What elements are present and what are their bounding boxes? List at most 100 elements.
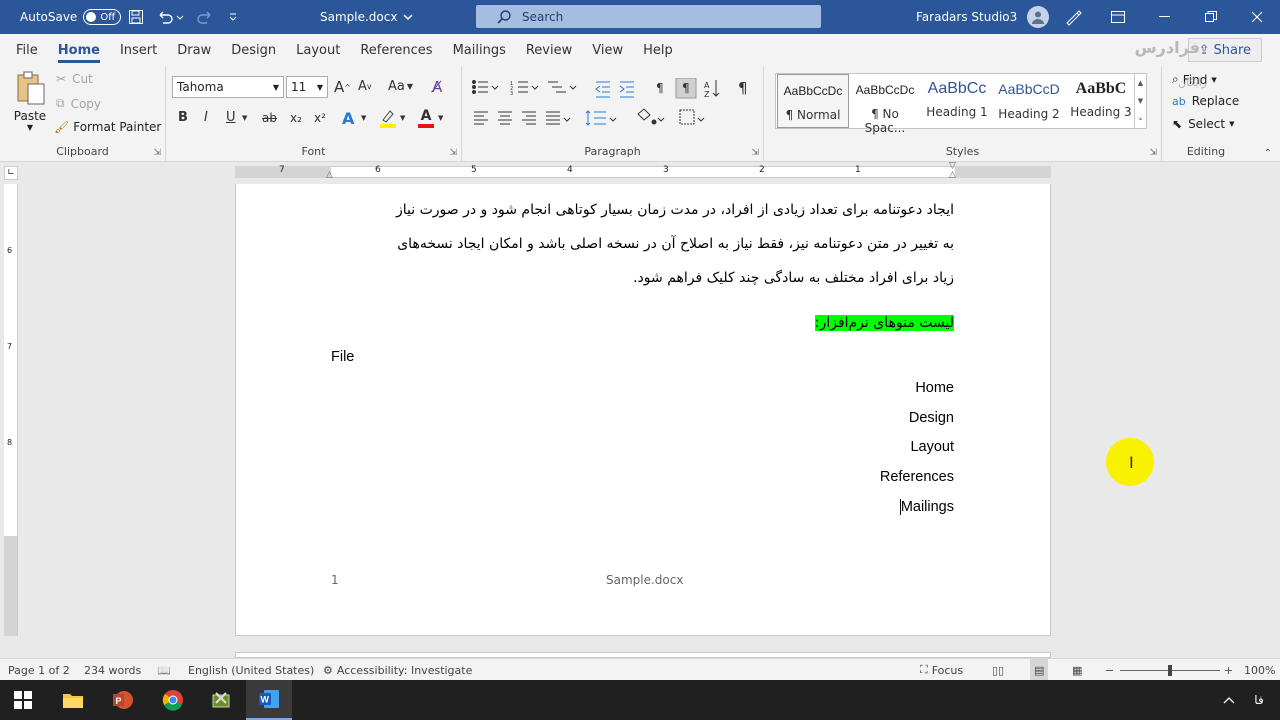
grow-font-icon[interactable]: A ^ (334, 78, 351, 96)
redo-icon[interactable] (196, 0, 214, 34)
accessibility-icon: ⚙ (323, 663, 333, 677)
style-heading-3[interactable]: AaBbC Heading 3 (1065, 74, 1137, 128)
shrink-font-icon[interactable]: Av (358, 79, 372, 94)
vertical-ruler[interactable]: 6 7 8 (4, 184, 18, 636)
bold-button[interactable]: B (178, 110, 188, 125)
avatar[interactable] (1027, 6, 1050, 28)
minimize-button[interactable] (1142, 0, 1188, 34)
ibeam-cursor-icon: I (1129, 453, 1134, 472)
subscript-button[interactable]: x₂ (290, 111, 302, 125)
input-language[interactable]: فا (1236, 680, 1280, 720)
cut-button[interactable]: ✂ Cut (56, 72, 93, 86)
tab-help[interactable]: Help (633, 34, 683, 66)
list-item-file: File (331, 349, 355, 365)
zoom-slider[interactable] (1120, 659, 1220, 681)
underline-button[interactable]: U (226, 110, 236, 125)
ruler-number: 6 (375, 165, 381, 175)
tab-home[interactable]: Home (48, 34, 110, 66)
superscript-button[interactable]: x² (314, 111, 326, 125)
dialog-launcher-icon[interactable]: ⇲ (153, 148, 161, 158)
zoom-out-button[interactable]: − (1105, 659, 1114, 681)
save-icon[interactable] (128, 0, 144, 34)
powerpoint-icon[interactable]: P (100, 680, 146, 720)
document-page[interactable]: ایجاد دعوتنامه برای تعداد زیادی از افراد… (235, 184, 1051, 636)
brush-icon: 🖌 (54, 120, 70, 134)
restore-button[interactable] (1188, 0, 1234, 34)
word-count[interactable]: 234 words (84, 659, 141, 681)
zoom-in-button[interactable]: + (1224, 659, 1233, 681)
zoom-level[interactable]: 100% (1244, 659, 1275, 681)
change-case-button[interactable]: Aa ▼ (388, 79, 413, 94)
ruler-number: 2 (759, 165, 765, 175)
underline-chevron-icon[interactable]: ▼ (242, 114, 247, 122)
font-color-icon[interactable]: A (418, 108, 434, 128)
dialog-launcher-icon[interactable]: ⇲ (449, 148, 457, 158)
ribbon-display-icon[interactable] (1110, 0, 1126, 34)
web-layout-icon[interactable]: ▦ (1072, 659, 1082, 681)
autosave-toggle[interactable]: Off (83, 9, 122, 25)
dialog-launcher-icon[interactable]: ⇲ (1149, 148, 1157, 158)
proofing-icon[interactable]: 📖 (157, 659, 171, 681)
paste-button[interactable]: Paste ▼ (10, 70, 50, 132)
styles-scroll[interactable]: ▲ ▼ ⩡ (1134, 74, 1146, 128)
style-heading-1[interactable]: AaBbCc Heading 1 (921, 74, 993, 128)
tab-layout[interactable]: Layout (286, 34, 350, 66)
tab-file[interactable]: File (6, 34, 48, 66)
horizontal-ruler[interactable]: ∟ 7 6 5 4 3 2 1 ▽ △ △ (0, 162, 1280, 184)
font-size-select[interactable]: 11 ▼ (286, 76, 328, 98)
app-tool-icon[interactable] (198, 680, 244, 720)
styles-gallery: AaBbCcDc ¶ Normal AaBbCcDc ¶ No Spac... … (775, 73, 1147, 135)
document-title[interactable]: Sample.docx (320, 0, 413, 34)
chrome-icon[interactable] (150, 680, 196, 720)
strikethrough-button[interactable]: ab (262, 111, 277, 125)
dialog-launcher-icon[interactable]: ⇲ (751, 148, 759, 158)
tab-selector-icon[interactable]: ∟ (4, 166, 18, 180)
indent-marker-icon[interactable]: ▽ △ (949, 162, 956, 180)
read-mode-icon[interactable]: ▯▯ (992, 659, 1004, 681)
language[interactable]: English (United States) (188, 659, 314, 681)
tab-design[interactable]: Design (221, 34, 286, 66)
svg-text:P: P (116, 696, 122, 706)
account[interactable]: Faradars Studio3 (916, 0, 1050, 34)
copy-button[interactable]: ⧉ Copy (56, 96, 101, 111)
tab-insert[interactable]: Insert (110, 34, 167, 66)
clear-formatting-icon[interactable]: A̸ (432, 78, 442, 96)
customize-qat-icon[interactable] (228, 0, 238, 34)
chevron-down-icon: ▼ (1211, 75, 1217, 84)
windows-start-icon[interactable] (0, 680, 46, 720)
tab-draw[interactable]: Draw (167, 34, 221, 66)
accessibility-status[interactable]: ⚙ Accessibility: Investigate (323, 659, 472, 681)
autosave-control[interactable]: AutoSave Off (20, 0, 122, 34)
page-count[interactable]: Page 1 of 2 (8, 659, 70, 681)
font-name-select[interactable]: Tahoma ▼ (172, 76, 284, 98)
select-button[interactable]: ⬉ Select ▼ (1172, 117, 1234, 131)
text-effects-chevron-icon[interactable]: ▼ (361, 114, 366, 122)
highlight-chevron-icon[interactable]: ▼ (400, 114, 405, 122)
close-button[interactable] (1234, 0, 1280, 34)
paste-chevron-icon[interactable]: ▼ (10, 123, 50, 132)
tab-view[interactable]: View (582, 34, 633, 66)
search-box[interactable]: Search (476, 5, 821, 28)
undo-icon[interactable] (156, 0, 184, 34)
tab-mailings[interactable]: Mailings (443, 34, 516, 66)
draw-pen-icon[interactable] (1064, 0, 1082, 34)
highlighter-icon[interactable] (380, 108, 396, 128)
italic-button[interactable]: I (204, 110, 208, 125)
style-no-spacing[interactable]: AaBbCcDc ¶ No Spac... (849, 74, 921, 135)
chevron-down-icon: ▼ (1229, 120, 1235, 128)
format-painter-button[interactable]: 🖌 Format Painter (54, 120, 161, 134)
print-layout-icon[interactable]: ▤ (1030, 659, 1049, 681)
collapse-ribbon-icon[interactable]: ⌃ (1264, 148, 1272, 159)
indent-marker-icon[interactable]: △ (326, 170, 333, 180)
style-heading-2[interactable]: AaBbCcD Heading 2 (993, 74, 1065, 128)
file-explorer-icon[interactable] (50, 680, 96, 720)
style-normal[interactable]: AaBbCcDc ¶ Normal (777, 74, 849, 128)
focus-mode[interactable]: ⛶ Focus (920, 659, 963, 681)
word-icon[interactable]: W (246, 680, 292, 720)
tab-review[interactable]: Review (516, 34, 582, 66)
text-effects-icon[interactable]: A (342, 109, 354, 128)
replace-button[interactable]: ab Replace (1172, 94, 1239, 108)
font-color-chevron-icon[interactable]: ▼ (438, 114, 443, 122)
tab-references[interactable]: References (350, 34, 442, 66)
chevron-down-icon: ▼ (272, 82, 279, 92)
